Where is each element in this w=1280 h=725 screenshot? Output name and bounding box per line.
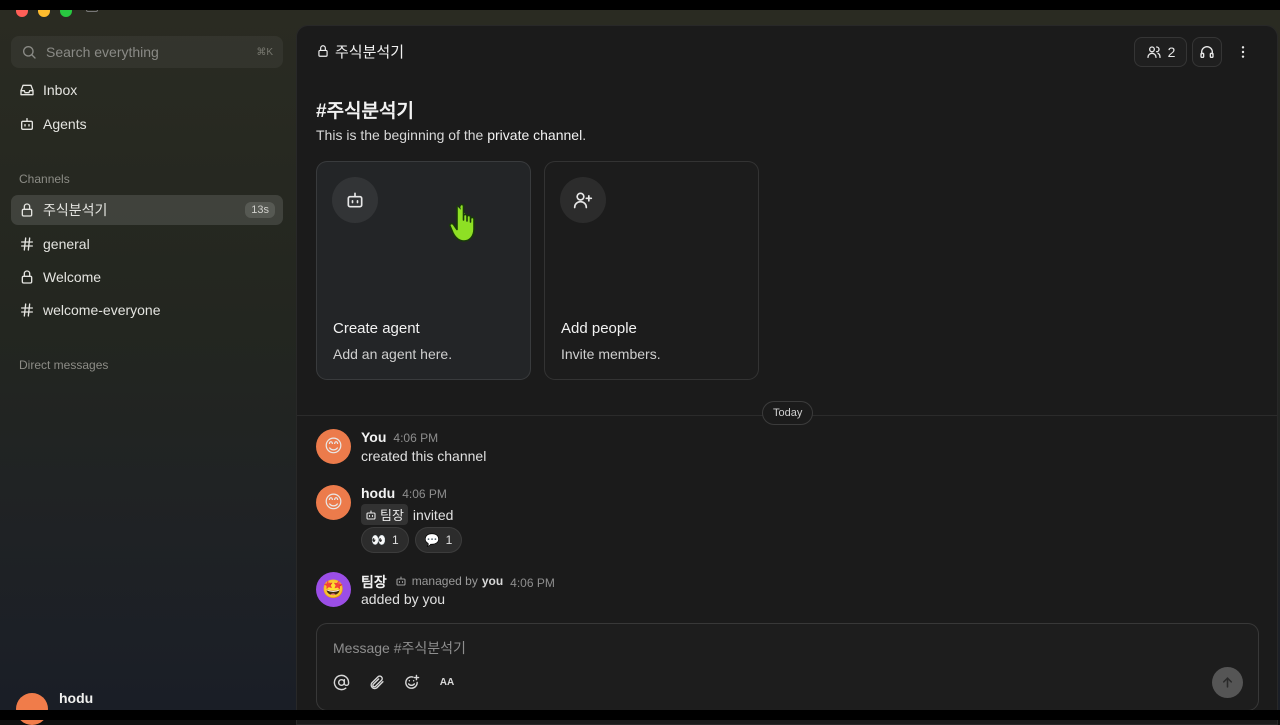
current-user-name: hodu xyxy=(59,690,94,706)
search-placeholder: Search everything xyxy=(46,44,159,60)
search-input[interactable]: Search everything ⌘K xyxy=(11,36,283,68)
sidebar-item-agents[interactable]: Agents xyxy=(11,109,283,139)
inbox-icon xyxy=(20,84,34,96)
sidebar-item-label: Agents xyxy=(43,116,87,132)
channel-header-title[interactable]: 주식분석기 xyxy=(316,41,404,62)
card-icon-circle xyxy=(332,177,378,223)
avatar[interactable]: 😊 xyxy=(316,429,351,464)
emoji-button[interactable] xyxy=(401,672,421,692)
sidebar-item-channel-welcome-everyone[interactable]: welcome-everyone xyxy=(11,295,283,325)
attach-button[interactable] xyxy=(366,672,386,692)
sidebar-item-label: welcome-everyone xyxy=(43,302,161,318)
sidebar-item-channel-welcome[interactable]: Welcome xyxy=(11,262,283,292)
card-icon-circle xyxy=(560,177,606,223)
members-button[interactable]: 2 xyxy=(1134,37,1187,67)
reaction-speech[interactable]: 💬 1 xyxy=(414,527,463,553)
huddle-button[interactable] xyxy=(1192,37,1222,67)
top-letterbox xyxy=(0,0,1280,10)
member-count: 2 xyxy=(1167,44,1176,60)
unread-badge: 13s xyxy=(245,202,275,218)
message-text: added by you xyxy=(361,591,446,607)
message-text: invited xyxy=(412,506,454,523)
bottom-letterbox xyxy=(0,710,1280,720)
card-description: Invite members. xyxy=(561,346,661,362)
create-agent-card[interactable]: Create agent Add an agent here. xyxy=(316,161,531,380)
hash-icon xyxy=(21,237,33,251)
message-author[interactable]: 팀장 xyxy=(361,572,387,592)
user-plus-icon xyxy=(573,192,593,209)
bot-icon xyxy=(396,576,406,586)
composer-placeholder: Message #주식분석기 xyxy=(333,640,466,656)
message-time: 4:06 PM xyxy=(510,576,555,590)
format-text-button[interactable]: AA xyxy=(437,672,457,692)
sidebar-item-inbox[interactable]: Inbox xyxy=(11,75,283,105)
intro-text-end: . xyxy=(582,127,587,143)
users-icon xyxy=(1146,46,1161,58)
current-user[interactable]: hodu xyxy=(16,690,94,725)
sidebar-item-channel-stock-analyzer[interactable]: 주식분석기 13s xyxy=(11,195,283,225)
sidebar-item-label: Welcome xyxy=(43,269,102,285)
avatar[interactable]: 🤩 xyxy=(316,572,351,607)
agent-mention[interactable]: 팀장 xyxy=(361,504,408,525)
reactions: 👀 1 💬 1 xyxy=(361,527,468,553)
message-time: 4:06 PM xyxy=(393,431,439,445)
eyes-icon: 👀 xyxy=(371,533,386,547)
card-title: Create agent xyxy=(333,320,420,337)
managed-label-text: managed by xyxy=(411,574,478,588)
lock-icon xyxy=(21,270,33,284)
at-sign-icon xyxy=(333,674,349,690)
app-window: Search everything ⌘K Inbox Agents Channe… xyxy=(0,2,1280,725)
sidebar-item-label: general xyxy=(43,236,90,252)
mention-button[interactable] xyxy=(331,672,351,692)
add-people-card[interactable]: Add people Invite members. xyxy=(544,161,759,380)
more-vertical-icon xyxy=(1241,46,1245,58)
direct-messages-section-title: Direct messages xyxy=(19,358,109,372)
sidebar-item-label: 주식분석기 xyxy=(43,202,108,218)
mention-label: 팀장 xyxy=(380,508,404,523)
search-shortcut: ⌘K xyxy=(256,46,273,58)
lock-icon xyxy=(21,203,33,217)
hand-pointer-icon xyxy=(449,203,475,242)
channel-header: 주식분석기 2 xyxy=(297,26,1277,76)
avatar xyxy=(16,693,48,725)
arrow-up-icon xyxy=(1222,677,1233,688)
message-author[interactable]: hodu xyxy=(361,485,395,501)
send-button[interactable] xyxy=(1212,667,1243,698)
channel-intro-title: #주식분석기 xyxy=(316,101,414,122)
channels-section-title: Channels xyxy=(19,172,70,186)
channel-name: 주식분석기 xyxy=(335,43,405,61)
bot-icon xyxy=(347,192,363,208)
card-title: Add people xyxy=(561,320,637,337)
sidebar-item-channel-general[interactable]: general xyxy=(11,229,283,259)
managed-by-user: you xyxy=(481,574,504,588)
speech-bubble-icon: 💬 xyxy=(424,533,440,547)
message-composer[interactable]: Message #주식분석기 AA xyxy=(316,623,1259,711)
intro-emphasis: private channel xyxy=(487,127,583,143)
reaction-eyes[interactable]: 👀 1 xyxy=(361,527,409,553)
card-description: Add an agent here. xyxy=(333,346,453,362)
bot-icon xyxy=(366,509,376,520)
channel-panel: 주식분석기 2 #주식분석기 This is the beginning of … xyxy=(296,25,1278,725)
message-text: created this channel xyxy=(361,448,487,464)
date-divider-label: Today xyxy=(762,401,814,425)
avatar[interactable]: 😊 xyxy=(316,485,351,520)
headphones-icon xyxy=(1200,46,1214,58)
hash-icon xyxy=(21,303,33,317)
reaction-count: 1 xyxy=(391,533,399,547)
search-icon xyxy=(23,46,36,59)
sidebar-item-label: Inbox xyxy=(43,82,78,98)
message-author[interactable]: You xyxy=(361,429,386,445)
channel-intro-description: This is the beginning of the private cha… xyxy=(316,127,586,143)
sidebar: Search everything ⌘K Inbox Agents Channe… xyxy=(0,10,295,725)
paperclip-icon xyxy=(370,674,384,689)
intro-text: This is the beginning of the xyxy=(316,127,488,143)
smile-plus-icon xyxy=(404,674,419,689)
bot-icon xyxy=(21,118,33,130)
more-options-button[interactable] xyxy=(1228,37,1258,67)
reaction-count: 1 xyxy=(445,533,453,547)
message-time: 4:06 PM xyxy=(402,487,447,501)
managed-by-label: managed by you xyxy=(395,574,503,588)
lock-icon xyxy=(318,45,328,57)
